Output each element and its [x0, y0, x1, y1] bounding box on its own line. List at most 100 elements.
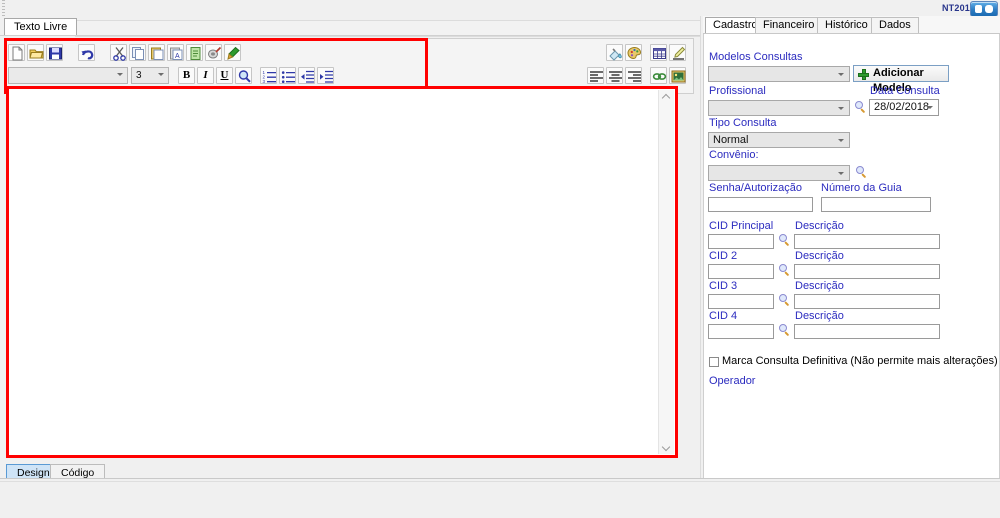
user-code-label: NT201	[942, 3, 970, 13]
undo-button[interactable]	[78, 44, 95, 61]
cid-principal-input[interactable]	[708, 234, 774, 249]
new-document-button[interactable]	[8, 44, 25, 61]
italic-button[interactable]: I	[197, 67, 214, 84]
svg-text:A: A	[175, 53, 180, 60]
magnifier-handle	[784, 331, 789, 336]
magnifier-handle	[784, 241, 789, 246]
senha-autorizacao-label: Senha/Autorização	[709, 182, 802, 194]
cid-2-label: CID 2	[709, 250, 737, 262]
chevron-down-icon	[838, 139, 845, 143]
cid-2-desc-input[interactable]	[794, 264, 940, 279]
tab-financeiro[interactable]: Financeiro	[755, 17, 822, 33]
magnifier-handle	[860, 108, 865, 113]
editor-pane: Texto Livre	[0, 16, 700, 518]
cut-button[interactable]	[110, 44, 127, 61]
cid-3-desc-input[interactable]	[794, 294, 940, 309]
underline-button[interactable]: U	[216, 67, 233, 84]
unordered-list-button[interactable]	[279, 67, 296, 84]
cid-4-desc-input[interactable]	[794, 324, 940, 339]
cid-3-label: CID 3	[709, 280, 737, 292]
align-center-button[interactable]	[606, 67, 623, 84]
bold-button[interactable]: B	[178, 67, 195, 84]
rich-text-editor[interactable]	[6, 86, 678, 458]
cid-2-input[interactable]	[708, 264, 774, 279]
underline-icon: U	[217, 68, 232, 83]
open-document-button[interactable]	[27, 44, 44, 61]
users-icon[interactable]	[970, 1, 998, 17]
paste-special-button[interactable]: A	[167, 44, 184, 61]
cid-2-search-icon[interactable]	[778, 264, 791, 277]
senha-autorizacao-input[interactable]	[708, 197, 813, 212]
scroll-down-button[interactable]	[659, 439, 674, 454]
increase-indent-button[interactable]	[317, 67, 334, 84]
editor-vertical-scrollbar[interactable]	[658, 90, 674, 454]
zoom-button[interactable]	[235, 67, 252, 84]
numero-guia-input[interactable]	[821, 197, 931, 212]
copy-button[interactable]	[129, 44, 146, 61]
profissional-select[interactable]	[708, 100, 850, 116]
font-family-select[interactable]	[8, 67, 128, 84]
ordered-list-button[interactable]: 123	[260, 67, 277, 84]
convenio-select[interactable]	[708, 165, 850, 181]
add-modelo-button[interactable]: Adicionar Modelo	[853, 65, 949, 82]
color-palette-button[interactable]	[625, 44, 642, 61]
cid-3-input[interactable]	[708, 294, 774, 309]
tab-dados[interactable]: Dados	[871, 17, 919, 33]
scroll-up-button[interactable]	[659, 90, 674, 105]
font-size-value: 3	[136, 68, 142, 83]
insert-table-button[interactable]	[650, 44, 667, 61]
tipo-consulta-select[interactable]: Normal	[708, 132, 850, 148]
drag-dots-icon	[2, 0, 5, 16]
clear-format-button[interactable]	[224, 44, 241, 61]
background-color-button[interactable]	[606, 44, 623, 61]
toolbar-row-2-right	[587, 64, 688, 86]
editor-canvas[interactable]	[10, 90, 674, 454]
cadastro-form: Modelos Consultas Adicionar Modelo Profi…	[703, 34, 1000, 494]
window-top-strip: NT201	[0, 0, 1000, 16]
toolbar-row-2: 3 B I U 123	[8, 64, 336, 86]
pen-highlighter-button[interactable]	[669, 44, 686, 61]
align-left-button[interactable]	[587, 67, 604, 84]
paste-button[interactable]	[148, 44, 165, 61]
svg-text:3: 3	[263, 79, 266, 84]
decrease-indent-button[interactable]	[298, 67, 315, 84]
convenio-search-icon[interactable]	[855, 166, 868, 179]
operador-label: Operador	[709, 375, 755, 387]
tipo-consulta-value: Normal	[713, 133, 748, 147]
cid-4-search-icon[interactable]	[778, 324, 791, 337]
modelos-consultas-label: Modelos Consultas	[709, 51, 803, 63]
modelos-consultas-select[interactable]	[708, 66, 850, 82]
format-painter-button[interactable]	[205, 44, 222, 61]
profissional-search-icon[interactable]	[854, 101, 867, 114]
align-right-button[interactable]	[625, 67, 642, 84]
cid-principal-desc-label: Descrição	[795, 220, 844, 232]
tab-texto-livre[interactable]: Texto Livre	[4, 18, 77, 36]
cid-3-search-icon[interactable]	[778, 294, 791, 307]
italic-icon: I	[198, 68, 213, 83]
data-consulta-value: 28/02/2018	[874, 100, 929, 115]
consulta-definitiva-label: Marca Consulta Definitiva (Não permite m…	[722, 355, 998, 367]
paste-text-button[interactable]	[186, 44, 203, 61]
consulta-definitiva-checkbox[interactable]	[709, 357, 719, 367]
save-document-button[interactable]	[46, 44, 63, 61]
data-consulta-label: Data Consulta	[870, 85, 940, 97]
cid-principal-desc-input[interactable]	[794, 234, 940, 249]
cid-3-desc-label: Descrição	[795, 280, 844, 292]
users-icon-right	[985, 5, 993, 13]
profissional-label: Profissional	[709, 85, 766, 97]
data-consulta-input[interactable]: 28/02/2018	[869, 99, 939, 116]
cid-principal-search-icon[interactable]	[778, 234, 791, 247]
cid-4-input[interactable]	[708, 324, 774, 339]
tab-historico[interactable]: Histórico	[817, 17, 876, 33]
magnifier-handle	[861, 173, 866, 178]
cid-2-desc-label: Descrição	[795, 250, 844, 262]
font-size-select[interactable]: 3	[131, 67, 169, 84]
cid-principal-label: CID Principal	[709, 220, 773, 232]
insert-image-button[interactable]	[669, 67, 686, 84]
bold-icon: B	[179, 68, 194, 83]
insert-link-button[interactable]	[650, 67, 667, 84]
numero-guia-label: Número da Guia	[821, 182, 902, 194]
chevron-down-icon	[927, 106, 934, 110]
chevron-down-icon	[158, 73, 164, 77]
chevron-up-icon	[663, 95, 670, 102]
